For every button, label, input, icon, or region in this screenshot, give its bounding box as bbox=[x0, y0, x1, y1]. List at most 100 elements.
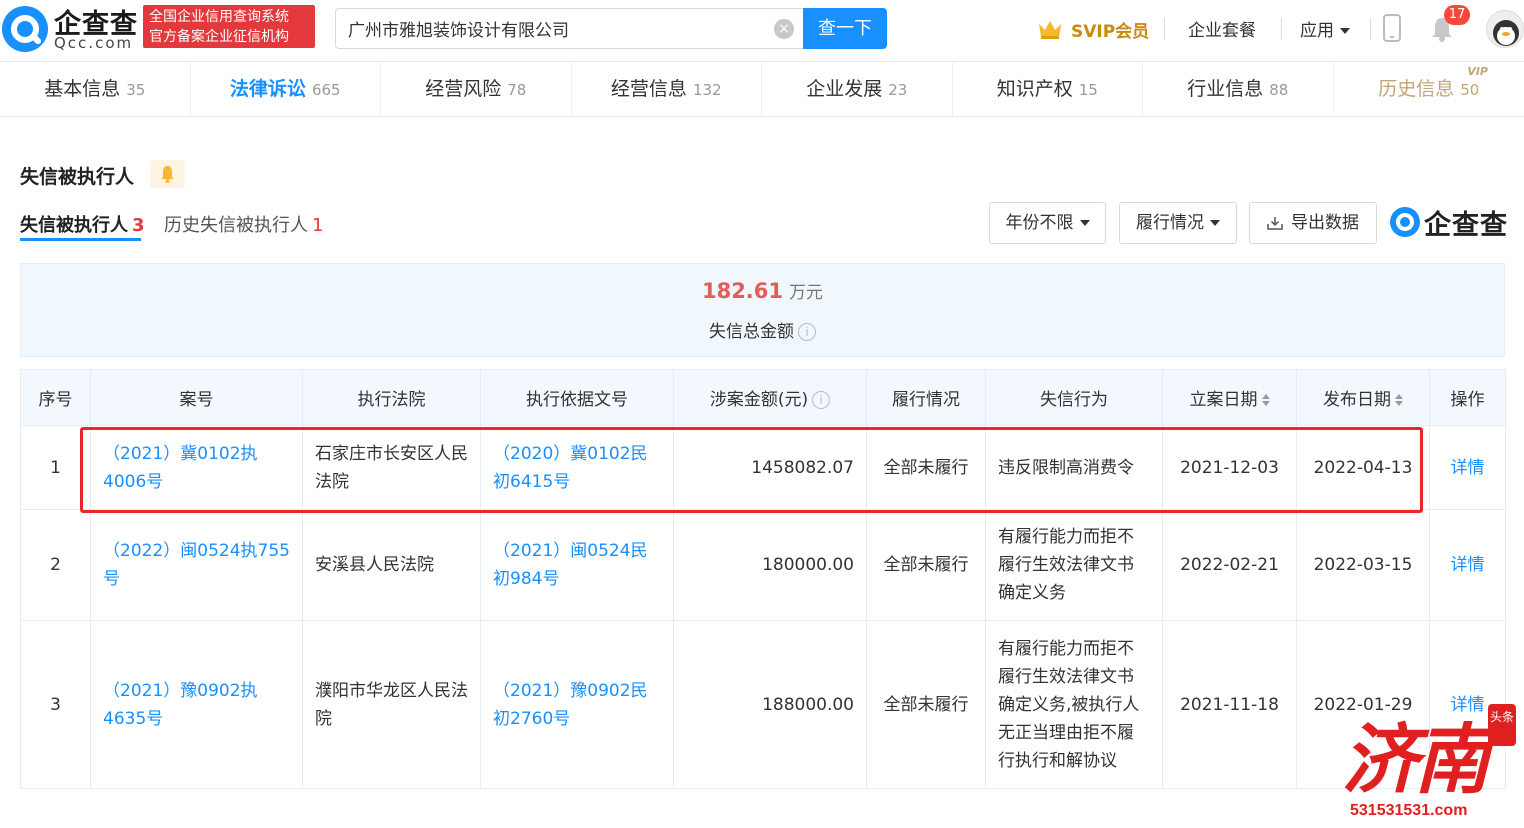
monitor-bell-button[interactable] bbox=[150, 160, 185, 188]
col-published-label: 发布日期 bbox=[1323, 390, 1391, 410]
package-link[interactable]: 企业套餐 bbox=[1188, 16, 1256, 41]
avatar[interactable] bbox=[1486, 10, 1524, 48]
search-input[interactable] bbox=[348, 9, 768, 48]
tab-count: 50 bbox=[1460, 81, 1480, 99]
sort-icon bbox=[1261, 394, 1270, 406]
watermark-seal: 头条 bbox=[1488, 704, 1516, 746]
tab-count: 35 bbox=[126, 81, 146, 99]
active-subtab-indicator bbox=[20, 238, 141, 241]
header-divider bbox=[1370, 18, 1371, 40]
basis-no-link[interactable]: （2020）冀0102民初6415号 bbox=[480, 425, 674, 510]
qcc-watermark-logo: 企查查 bbox=[1390, 204, 1508, 241]
published-date: 2022-04-13 bbox=[1296, 425, 1430, 510]
tab-legal[interactable]: 法律诉讼 665 bbox=[191, 62, 381, 117]
export-label: 导出数据 bbox=[1291, 213, 1359, 233]
subtab-history-dishonest[interactable]: 历史失信被执行人 1 bbox=[164, 211, 323, 237]
crown-icon bbox=[1039, 21, 1061, 39]
tab-label: 历史信息 bbox=[1378, 78, 1455, 100]
court-name: 濮阳市华龙区人民法院 bbox=[302, 620, 481, 789]
info-icon[interactable]: i bbox=[798, 323, 816, 341]
main-tabs: 基本信息 35 法律诉讼 665 经营风险 78 经营信息 132 企业发展 23 知识产… bbox=[0, 62, 1524, 117]
slogan-banner: 全国企业信用查询系统 官方备案企业征信机构 bbox=[143, 5, 315, 48]
export-button[interactable]: 导出数据 bbox=[1249, 202, 1377, 244]
case-amount: 180000.00 bbox=[673, 509, 867, 621]
table-row: 3 （2021）豫0902执4635号 濮阳市华龙区人民法院 （2021）豫09… bbox=[20, 620, 1506, 789]
total-amount-unit: 万元 bbox=[789, 283, 824, 303]
tab-history[interactable]: 历史信息 50 VIP bbox=[1334, 62, 1524, 117]
col-amount: 涉案金额(元) i bbox=[673, 369, 867, 426]
download-icon bbox=[1267, 217, 1283, 230]
tab-operations[interactable]: 经营信息 132 bbox=[572, 62, 762, 117]
header-divider bbox=[1164, 18, 1165, 40]
court-name: 石家庄市长安区人民法院 bbox=[302, 425, 481, 510]
summary-panel: 182.61 万元 失信总金额 i bbox=[20, 263, 1505, 357]
col-index: 序号 bbox=[20, 369, 91, 426]
bell-icon bbox=[161, 166, 174, 183]
year-filter-dropdown[interactable]: 年份不限 bbox=[989, 202, 1106, 244]
info-icon[interactable]: i bbox=[812, 391, 831, 409]
mobile-app-icon[interactable] bbox=[1383, 14, 1401, 42]
news-watermark: 济南 头条 531531531.com bbox=[1336, 696, 1524, 828]
logo-domain: Qcc.com bbox=[54, 34, 134, 52]
subtab-label: 失信被执行人 bbox=[20, 215, 128, 236]
detail-link[interactable]: 详情 bbox=[1429, 425, 1506, 510]
col-amount-label: 涉案金额(元) bbox=[709, 390, 809, 410]
row-index: 3 bbox=[20, 620, 91, 789]
col-court: 执行法院 bbox=[302, 369, 481, 426]
clear-icon[interactable]: × bbox=[774, 19, 794, 39]
search-button[interactable]: 查一下 bbox=[803, 8, 887, 49]
published-date: 2022-03-15 bbox=[1296, 509, 1430, 621]
sort-icon bbox=[1395, 394, 1403, 406]
col-filed-label: 立案日期 bbox=[1189, 390, 1258, 410]
total-amount-value: 182.61 bbox=[701, 279, 784, 303]
total-amount-label: 失信总金额 bbox=[709, 322, 794, 342]
col-action: 操作 bbox=[1429, 369, 1506, 426]
tab-basic-info[interactable]: 基本信息 35 bbox=[0, 62, 191, 117]
chevron-down-icon bbox=[1340, 28, 1350, 34]
table-header-row: 序号 案号 执行法院 执行依据文号 涉案金额(元) i 履行情况 失信行为 立案日… bbox=[20, 369, 1506, 426]
chevron-down-icon bbox=[1079, 220, 1090, 226]
col-basis-no: 执行依据文号 bbox=[480, 369, 674, 426]
col-published-date[interactable]: 发布日期 bbox=[1296, 369, 1430, 426]
dishonest-table: 序号 案号 执行法院 执行依据文号 涉案金额(元) i 履行情况 失信行为 立案日… bbox=[20, 369, 1506, 789]
tab-count: 88 bbox=[1269, 81, 1289, 99]
tab-count: 665 bbox=[311, 81, 341, 99]
subtab-count: 1 bbox=[312, 215, 324, 236]
col-behavior: 失信行为 bbox=[985, 369, 1163, 426]
tab-count: 15 bbox=[1078, 81, 1098, 99]
tab-business-risk[interactable]: 经营风险 78 bbox=[381, 62, 572, 117]
col-filed-date[interactable]: 立案日期 bbox=[1162, 369, 1297, 426]
tab-ip[interactable]: 知识产权 15 bbox=[953, 62, 1143, 117]
subtab-dishonest[interactable]: 失信被执行人 3 bbox=[20, 211, 145, 237]
case-no-link[interactable]: （2022）闽0524执755号 bbox=[90, 509, 303, 621]
watermark-url: 531531531.com bbox=[1350, 802, 1468, 819]
tab-count: 23 bbox=[888, 81, 908, 99]
penguin-avatar-icon bbox=[1493, 20, 1519, 46]
apps-menu[interactable]: 应用 bbox=[1300, 16, 1350, 41]
filed-date: 2021-11-18 bbox=[1162, 620, 1297, 789]
detail-link[interactable]: 详情 bbox=[1429, 509, 1506, 621]
basis-no-link[interactable]: （2021）豫0902民初2760号 bbox=[480, 620, 674, 789]
notification-badge: 17 bbox=[1444, 5, 1470, 25]
tab-label: 企业发展 bbox=[806, 78, 883, 100]
tab-label: 基本信息 bbox=[44, 78, 121, 100]
case-no-link[interactable]: （2021）冀0102执4006号 bbox=[90, 425, 303, 510]
status-filter-dropdown[interactable]: 履行情况 bbox=[1119, 202, 1237, 244]
chevron-down-icon bbox=[1210, 220, 1220, 226]
qcc-logo-icon[interactable] bbox=[2, 6, 48, 52]
summary-label: 失信总金额 i bbox=[21, 317, 1504, 342]
tab-label: 行业信息 bbox=[1187, 78, 1264, 100]
table-row: 1 （2021）冀0102执4006号 石家庄市长安区人民法院 （2020）冀0… bbox=[20, 425, 1506, 510]
search-box: × bbox=[335, 8, 803, 49]
svip-link[interactable]: SVIP会员 bbox=[1037, 15, 1149, 43]
tab-industry[interactable]: 行业信息 88 bbox=[1143, 62, 1334, 117]
basis-no-link[interactable]: （2021）闽0524民初984号 bbox=[480, 509, 674, 621]
case-no-link[interactable]: （2021）豫0902执4635号 bbox=[90, 620, 303, 789]
summary-amount: 182.61 万元 bbox=[21, 278, 1504, 303]
tab-development[interactable]: 企业发展 23 bbox=[762, 62, 953, 117]
tab-label: 经营风险 bbox=[425, 78, 502, 100]
vip-tag: VIP bbox=[1467, 65, 1488, 78]
top-header: 企查查 Qcc.com 全国企业信用查询系统 官方备案企业征信机构 × 查一下 … bbox=[0, 0, 1524, 62]
year-filter-label: 年份不限 bbox=[1005, 213, 1074, 233]
header-divider bbox=[1281, 18, 1282, 40]
